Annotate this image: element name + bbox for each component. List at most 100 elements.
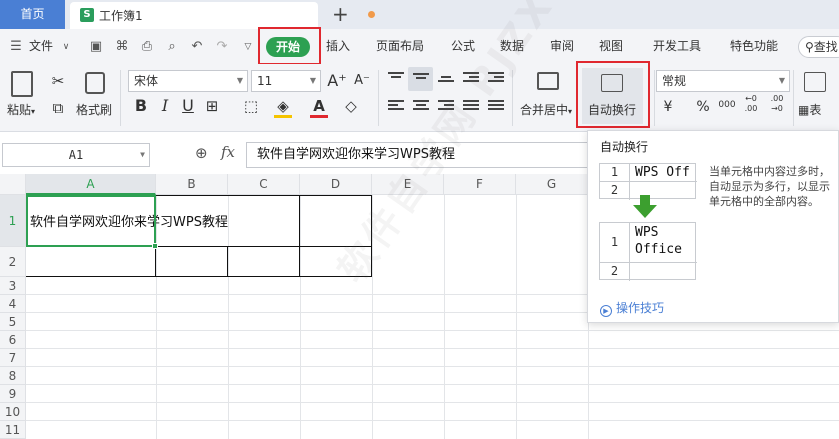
tab-review[interactable]: 审阅 [550, 29, 574, 64]
row-header-9[interactable]: 9 [0, 385, 26, 403]
scissors-icon[interactable]: ✂ [49, 72, 67, 90]
column-header-a[interactable]: A [26, 174, 156, 195]
wrap-text-highlight [576, 61, 650, 128]
column-header-f[interactable]: F [444, 174, 516, 195]
gridline [26, 366, 839, 367]
function-wizard-button[interactable]: fx [221, 143, 235, 161]
font-name-select[interactable]: 宋体 ▼ [128, 70, 248, 92]
chevron-down-icon: ▼ [236, 76, 243, 85]
increase-decimal-button[interactable]: ←0 .00 [742, 94, 760, 114]
shrink-font-icon[interactable]: A⁻ [351, 72, 373, 90]
home-tab[interactable]: 首页 [0, 0, 65, 29]
borders-icon[interactable]: ⊞ [203, 97, 221, 115]
copy-icon[interactable]: ⧉ [49, 99, 67, 117]
table-style-button[interactable]: ▦表 [798, 101, 821, 118]
underline-button[interactable]: U [179, 97, 197, 115]
table-border [299, 195, 300, 277]
redo-icon[interactable]: ↷ [214, 39, 230, 55]
merge-center-button[interactable]: 合并居中▾ [520, 101, 572, 118]
grow-font-icon[interactable]: A⁺ [326, 72, 348, 90]
cell-fill-icon[interactable]: ⬚ [242, 97, 260, 115]
save-icon[interactable]: ▣ [88, 39, 104, 55]
merge-center-icon[interactable] [537, 72, 559, 90]
zoom-formula-icon[interactable]: ⊕ [195, 144, 208, 162]
table-style-icon[interactable] [804, 72, 826, 92]
hamburger-menu-icon[interactable]: ☰ [8, 39, 24, 55]
thousands-separator-button[interactable]: 000 [716, 96, 738, 114]
column-header-c[interactable]: C [228, 174, 300, 195]
row-header-3[interactable]: 3 [0, 277, 26, 295]
ribbon-divider [120, 70, 121, 126]
print-preview-icon[interactable]: ⌕ [164, 39, 180, 55]
align-top-icon[interactable] [388, 72, 404, 86]
document-tab-label: 工作簿1 [99, 9, 143, 23]
italic-button[interactable]: I [156, 97, 174, 115]
example-after: 1 2 WPS Office [599, 222, 697, 281]
format-painter-icon[interactable] [85, 72, 105, 94]
chevron-down-icon: ▼ [309, 76, 316, 85]
ribbon-divider [378, 70, 379, 126]
column-header-b[interactable]: B [156, 174, 228, 195]
tab-page-layout[interactable]: 页面布局 [376, 29, 424, 64]
format-painter-button[interactable]: 格式刷 [76, 101, 112, 118]
column-header-g[interactable]: G [516, 174, 588, 195]
tab-special-features[interactable]: 特色功能 [730, 29, 778, 64]
align-left-icon[interactable] [388, 100, 404, 114]
example-row-number: 1 [610, 165, 619, 179]
table-border [155, 247, 156, 277]
row-header-4[interactable]: 4 [0, 295, 26, 313]
fill-handle[interactable] [152, 243, 158, 249]
row-header-8[interactable]: 8 [0, 367, 26, 385]
gridline [26, 330, 839, 331]
search-label: 查找 [813, 40, 838, 54]
fill-color-icon[interactable]: ◈ [274, 97, 292, 118]
more-icon[interactable]: ▽ [240, 39, 256, 55]
bold-button[interactable]: B [132, 97, 150, 115]
number-format-select[interactable]: 常规 ▼ [656, 70, 790, 92]
print-icon[interactable]: ⎙ [139, 39, 155, 55]
table-border [227, 247, 228, 277]
undo-icon[interactable]: ↶ [189, 39, 205, 55]
paste-button[interactable]: 粘贴▾ [7, 101, 35, 118]
format-painter-icon[interactable]: ⌘ [114, 39, 130, 55]
column-header-d[interactable]: D [300, 174, 372, 195]
row-header-6[interactable]: 6 [0, 331, 26, 349]
wrap-text-tooltip: 自动换行 1 2 WPS Off 1 2 WPS Office 当单元格中内容过… [587, 130, 839, 323]
row-header-7[interactable]: 7 [0, 349, 26, 367]
search-box[interactable]: ⚲查找 [798, 36, 839, 58]
example-row-number: 1 [610, 235, 619, 249]
row-header-2[interactable]: 2 [0, 247, 26, 277]
file-menu[interactable]: 文件 [29, 29, 53, 64]
row-header-5[interactable]: 5 [0, 313, 26, 331]
row-header-11[interactable]: 11 [0, 421, 26, 439]
tab-developer[interactable]: 开发工具 [653, 29, 701, 64]
tips-link[interactable]: ▶ 操作技巧 [600, 299, 664, 317]
clear-format-icon[interactable]: ◇ [342, 97, 360, 115]
percent-button[interactable]: % [694, 98, 712, 116]
example-row-number: 2 [610, 264, 619, 278]
row-header-10[interactable]: 10 [0, 403, 26, 421]
plus-icon[interactable]: + [332, 3, 349, 25]
tooltip-description: 当单元格中内容过多时，自动显示为多行，以显示单元格中的全部内容。 [709, 165, 830, 208]
row-header-1[interactable]: 1 [0, 195, 26, 247]
name-box[interactable]: A1 ▼ [2, 143, 150, 167]
table-icon: ▦ [798, 103, 810, 117]
chevron-down-icon[interactable]: ∨ [58, 39, 74, 55]
gridline [26, 402, 839, 403]
tab-insert[interactable]: 插入 [326, 29, 350, 64]
search-icon: ⚲ [805, 40, 814, 54]
select-all-corner[interactable] [0, 174, 26, 195]
example-before: 1 2 WPS Off [599, 163, 697, 200]
align-middle-icon[interactable] [413, 73, 429, 87]
document-tab[interactable]: S 工作簿1 [70, 2, 375, 29]
example-row-number: 2 [610, 183, 619, 197]
font-size-select[interactable]: 11 ▼ [251, 70, 321, 92]
selected-cell-a1[interactable] [26, 195, 156, 247]
paste-icon[interactable] [11, 71, 33, 97]
tab-view[interactable]: 视图 [599, 29, 623, 64]
font-color-button[interactable]: A [310, 97, 328, 118]
gridline [26, 384, 839, 385]
currency-button[interactable]: ¥ [659, 98, 677, 116]
decrease-decimal-button[interactable]: .00 →0 [768, 94, 786, 114]
ribbon-divider [793, 70, 794, 126]
